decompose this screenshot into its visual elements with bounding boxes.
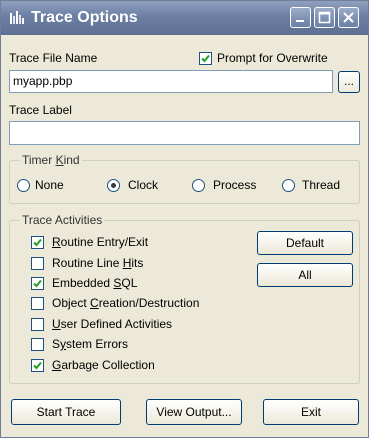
prompt-overwrite-checkbox[interactable] [199,52,212,65]
activity-checkbox-routine-line-hits[interactable] [31,257,44,270]
checkmark-icon [33,361,42,370]
activity-checkbox-object-creation[interactable] [31,297,44,310]
trace-label-label: Trace Label [9,103,72,117]
radio-selected-dot [111,183,116,188]
start-trace-button[interactable]: Start Trace [11,399,121,425]
trace-app-icon [10,11,24,24]
trace-activities-title: Trace Activities [20,213,105,227]
browse-button[interactable]: ... [338,71,360,93]
activity-label-user-defined: User Defined Activities [52,317,173,331]
exit-button[interactable]: Exit [263,399,359,425]
all-button[interactable]: All [257,263,353,287]
timer-none-radio[interactable] [17,179,30,192]
timer-none-label: None [35,178,64,192]
timer-clock-radio[interactable] [107,179,120,192]
checkmark-icon [33,279,42,288]
close-icon [343,12,354,23]
activity-label-embedded-sql: Embedded SQL [52,276,138,290]
checkmark-icon [33,238,42,247]
title-bar[interactable]: Trace Options [1,1,368,35]
activity-checkbox-system-errors[interactable] [31,338,44,351]
activity-checkbox-routine-entry-exit[interactable] [31,236,44,249]
activity-label-object-creation: Object Creation/Destruction [52,296,200,310]
activity-checkbox-embedded-sql[interactable] [31,277,44,290]
prompt-overwrite-label: Prompt for Overwrite [217,51,328,65]
timer-kind-title: Timer Kind [20,153,82,167]
minimize-button[interactable] [290,7,311,28]
maximize-icon [318,11,331,24]
timer-process-radio[interactable] [192,179,205,192]
minimize-icon [296,20,304,22]
activity-checkbox-user-defined[interactable] [31,318,44,331]
window-title: Trace Options [31,9,138,26]
trace-options-window: Trace Options Trace File Name Prompt for… [0,0,369,438]
timer-thread-label: Thread [302,178,341,192]
view-output-button[interactable]: View Output... [146,399,242,425]
trace-file-name-input[interactable]: myapp.pbp [9,70,333,93]
activity-label-garbage-collection: Garbage Collection [52,358,155,372]
trace-label-input[interactable] [9,121,360,145]
close-button[interactable] [338,7,359,28]
default-button[interactable]: Default [257,231,353,255]
trace-file-name-label: Trace File Name [9,51,98,65]
timer-process-label: Process [213,178,257,192]
maximize-button[interactable] [314,7,335,28]
activity-label-routine-line-hits: Routine Line Hits [52,256,144,270]
timer-thread-radio[interactable] [282,179,295,192]
activity-checkbox-garbage-collection[interactable] [31,359,44,372]
timer-clock-label: Clock [128,178,159,192]
activity-label-system-errors: System Errors [52,337,129,351]
checkmark-icon [201,54,210,63]
activity-label-routine-entry-exit: Routine Entry/Exit [52,235,149,249]
